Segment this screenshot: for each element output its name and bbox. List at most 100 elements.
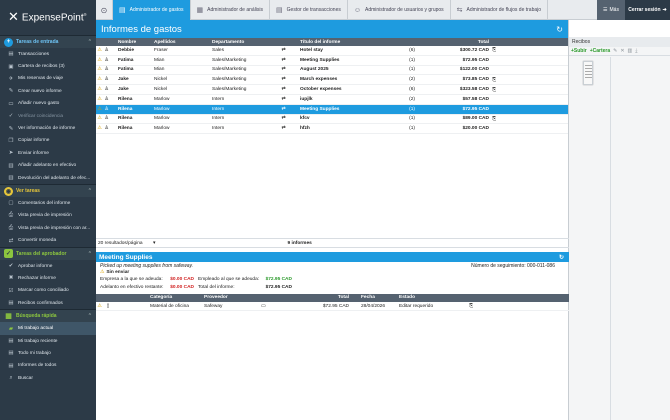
sidebar-item[interactable]: ▤ Informes de todos: [0, 360, 96, 372]
table-row[interactable]: ⚠ ♙ Jake Nickel Sales/Marketing ⇄ October expe…: [96, 85, 568, 95]
page-title: Informes de gastos: [101, 23, 182, 35]
col-expense-total[interactable]: Total: [319, 295, 349, 300]
receipt-thumbnail[interactable]: [583, 61, 593, 85]
sidebar-item[interactable]: ▥ Devolución del adelanto de efec...: [0, 172, 96, 184]
app-logo[interactable]: ✕ ExpensePoint®: [0, 0, 96, 35]
refresh-icon[interactable]: ↻: [556, 25, 563, 34]
comment-icon[interactable]: ▭: [261, 304, 319, 309]
sidebar-item[interactable]: ➤ Enviar informe: [0, 147, 96, 159]
report-type-icon: ⇄: [281, 116, 286, 122]
user-icon: ♙: [104, 106, 109, 112]
report-type-icon: ⇄: [281, 67, 286, 73]
paperclip-icon[interactable]: ⎘: [466, 303, 476, 309]
tab-users-groups[interactable]: ☺ Administrador de usuarios y grupos: [348, 0, 451, 20]
sidebar-item[interactable]: ▢ Comentarios del informe: [0, 197, 96, 209]
sidebar-item[interactable]: ⎙ Vista previa de impresión con ar...: [0, 222, 96, 234]
chevron-up-icon[interactable]: ⌃: [88, 188, 92, 194]
sidebar-item[interactable]: ✔ Aprobar informe: [0, 260, 96, 272]
sidebar-section-1[interactable]: ◉ Ver tareas ⌃: [0, 184, 96, 198]
more-menu-button[interactable]: ☰ Más: [597, 0, 625, 20]
col-name[interactable]: Nombre: [110, 40, 154, 45]
sidebar-item[interactable]: ☑ Marcar como conciliado: [0, 285, 96, 297]
sidebar-item[interactable]: ▤ Recibos confirmados: [0, 297, 96, 309]
table-row[interactable]: ⚠ ♙ Rilena Marlow Intern ⇄ iupjlk (2) $57.58 CAD: [96, 95, 568, 105]
home-icon[interactable]: ⊙: [96, 0, 113, 20]
col-last[interactable]: Apellidos: [154, 40, 212, 45]
transactions-icon: ▤: [8, 51, 14, 58]
warning-icon: ⚠: [97, 303, 102, 309]
table-row[interactable]: ⚠ ♙ Fatima Mian Sales/Marketing ⇄ August 2025(…: [96, 66, 568, 76]
sidebar-item[interactable]: ▤ Mi trabajo reciente: [0, 335, 96, 347]
col-category[interactable]: Categoría: [113, 295, 204, 300]
sidebar-item[interactable]: ⌕ Buscar: [0, 372, 96, 384]
top-navigation: ⊙ ▤ Administrador de gastos ▦ Administrado…: [96, 0, 670, 20]
col-vendor[interactable]: Proveedor: [204, 295, 261, 300]
sidebar-item[interactable]: ▰ Mi trabajo actual: [0, 322, 96, 335]
paperclip-icon[interactable]: ⎘: [489, 77, 499, 83]
upload-button[interactable]: +Subir: [571, 48, 587, 54]
sidebar-item[interactable]: ✖ Rechazar informe: [0, 272, 96, 284]
table-row[interactable]: ⚠ ♙ Rilena Marlow Intern ⇄ hfzh (1) $20.00 CAD: [96, 124, 568, 135]
receipts-toolbar: +Subir +Cartera ✎ ✕ ▥ ⤓: [569, 47, 670, 56]
sidebar-item[interactable]: ✈ Mis reservas de viaje: [0, 73, 96, 85]
sidebar-item[interactable]: ⇄ Convertir moneda: [0, 234, 96, 246]
tab-workflow-manager[interactable]: ⇆ Administrador de flujos de trabajo: [451, 0, 549, 20]
warning-icon: ⚠: [97, 116, 102, 122]
sidebar-item[interactable]: ▣ Cartera de recibos (3): [0, 60, 96, 72]
chevron-up-icon[interactable]: ⌃: [88, 251, 92, 257]
detail-title: Meeting Supplies: [99, 253, 153, 261]
sidebar-item[interactable]: ⎙ Vista previa de impresión: [0, 210, 96, 222]
sidebar-item[interactable]: ▤ Transacciones: [0, 48, 96, 60]
table-row[interactable]: ⚠ ♙ Jake Nickel Sales/Marketing ⇄ March expens…: [96, 75, 568, 86]
sidebar-item[interactable]: ✎ Crear nuevo informe: [0, 85, 96, 97]
report-status: Sin enviar: [106, 270, 130, 276]
recent-icon: ▤: [8, 338, 14, 344]
expense-manager-icon: ▤: [119, 7, 126, 14]
expenses-table-header: Categoría Proveedor Total Fecha Estado: [96, 293, 569, 302]
owed-company-label: Empresa a la que se adeuda:: [100, 277, 163, 283]
receipts-confirmed-icon: ▤: [8, 300, 14, 307]
trash-icon[interactable]: ▥: [628, 48, 633, 54]
sidebar-section-2[interactable]: ✓ Tareas del aprobador ⌃: [0, 246, 96, 260]
sidebar-item[interactable]: ▤ Todo mi trabajo: [0, 347, 96, 359]
sidebar-item[interactable]: ▭ Añadir nuevo gasto: [0, 98, 96, 110]
sidebar-section-0[interactable]: + Tareas de entrada ⌃: [0, 35, 96, 48]
col-date[interactable]: Fecha: [349, 295, 396, 300]
logout-button[interactable]: Cerrar sesión ➜: [625, 0, 670, 20]
chevron-up-icon[interactable]: ⌃: [88, 313, 92, 319]
chevron-up-icon[interactable]: ⌃: [88, 39, 92, 45]
delete-icon[interactable]: ✕: [620, 48, 624, 54]
download-icon[interactable]: ⤓: [635, 48, 637, 54]
col-dept[interactable]: Departamento: [212, 40, 267, 45]
sidebar-section-3[interactable]: ▦ Búsqueda rápida ⌃: [0, 309, 96, 323]
tab-expense-manager[interactable]: ▤ Administrador de gastos: [113, 0, 191, 20]
col-total[interactable]: Total: [419, 40, 489, 45]
paperclip-icon[interactable]: ⎘: [489, 87, 499, 93]
sidebar-item[interactable]: ✎ Ver información de informe: [0, 122, 96, 134]
table-row[interactable]: ⚠ ♙ Fatima Mian Sales/Marketing ⇄ Meeting Supp…: [96, 56, 568, 66]
table-row[interactable]: ⚠ ♙ Rilena Marlow Intern ⇄ kfcv (1) $89.00 CAD ⎘: [96, 115, 568, 125]
paperclip-icon[interactable]: ⎘: [489, 116, 499, 122]
tracking-number: Número de seguimiento: 000-011-086: [471, 262, 555, 269]
report-type-icon: ⇄: [281, 47, 286, 53]
table-row[interactable]: ⚠ ♙ Debbie Fraser Sales ⇄ Hotel stay (6) $300.72…: [96, 46, 568, 56]
tab-analysis-manager[interactable]: ▦ Administrador de análisis: [191, 0, 271, 20]
table-row[interactable]: ⚠ ♙ Rilena Marlow Intern ⇄ Meeting Supplies (1)…: [96, 104, 568, 115]
chevron-down-icon[interactable]: ▾: [153, 240, 156, 246]
edit-icon[interactable]: ✎: [613, 48, 617, 54]
page-title-bar: Informes de gastos ↻: [96, 20, 568, 38]
tab-transaction-manager[interactable]: ▤ Gestor de transacciones: [270, 0, 348, 20]
col-title[interactable]: Título del informe: [300, 40, 376, 45]
col-status[interactable]: Estado: [396, 295, 466, 300]
paperclip-icon[interactable]: ⎘: [489, 47, 499, 53]
user-icon: ♙: [104, 47, 109, 53]
sidebar-item[interactable]: ▥ Añadir adelanto en efectivo: [0, 160, 96, 172]
sidebar-item[interactable]: ❐ Copiar informe: [0, 135, 96, 147]
wallet-button[interactable]: +Cartera: [590, 48, 610, 54]
detail-refresh-icon[interactable]: ↻: [559, 254, 564, 261]
per-page-select[interactable]: 20 resultados/página: [96, 241, 156, 246]
expense-row[interactable]: ⚠ ▯ Material de oficina Safeway ▭ $72.95…: [96, 302, 569, 312]
user-icon: ♙: [104, 77, 109, 83]
copy-icon: ❐: [8, 137, 14, 144]
sidebar-item[interactable]: ✓ Verificar coincidencia: [0, 110, 96, 122]
